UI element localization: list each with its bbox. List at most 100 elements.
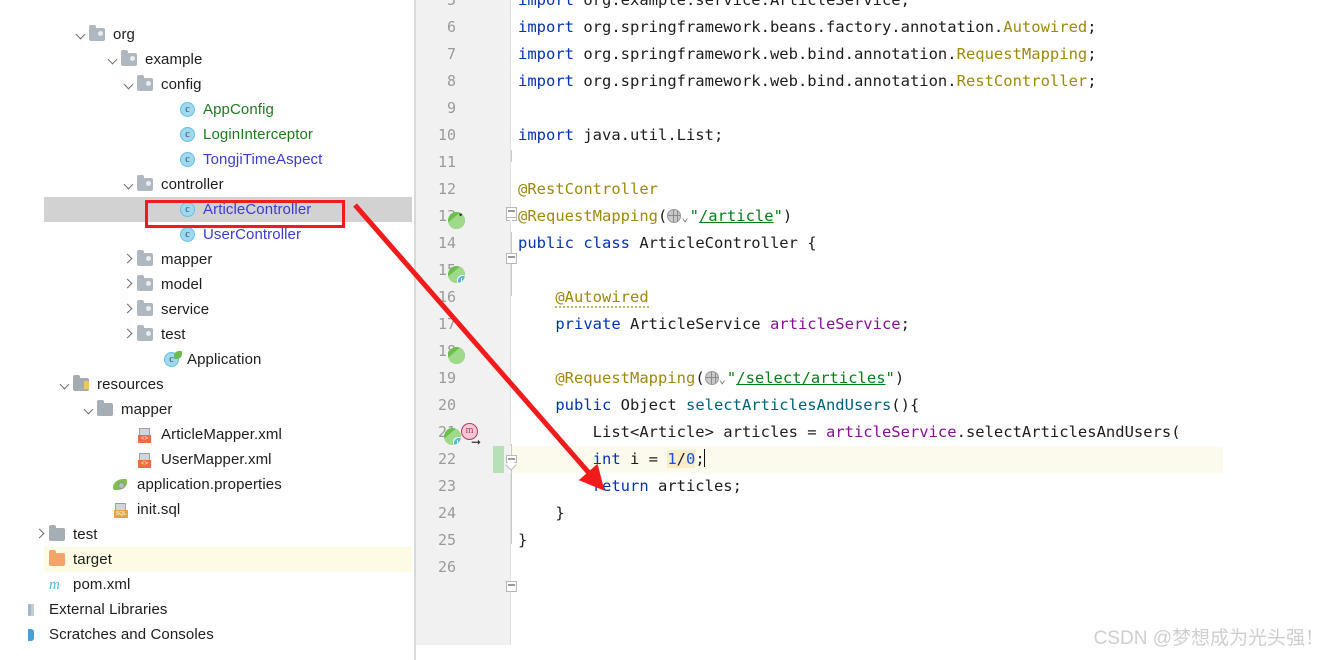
chevron-right-icon[interactable] [122, 297, 136, 322]
code-token: return [592, 477, 658, 495]
code-text: import java.util.List; [518, 122, 723, 149]
tree-item-articlecontroller[interactable]: ArticleController [0, 197, 414, 222]
code-token: " [689, 207, 699, 225]
code-line[interactable]: 19 @RequestMapping(⌄"/select/articles") [416, 365, 1338, 392]
tree-item-usercontroller[interactable]: UserController [0, 222, 414, 247]
fold-marker-line10[interactable] [506, 207, 517, 220]
spring-bean-checked-icon[interactable]: ✓ [448, 212, 465, 229]
icon-shape [73, 374, 89, 391]
code-line[interactable]: 23 return articles; [416, 473, 1338, 500]
folder-plain-icon [48, 524, 68, 544]
code-token: RestController [956, 72, 1088, 90]
code-editor[interactable]: 5 import org.example.service.ArticleServi… [416, 0, 1338, 660]
row-content: model [0, 272, 414, 297]
tree-item-example[interactable]: example [0, 47, 414, 72]
chevron-right-icon[interactable] [122, 247, 136, 272]
code-line[interactable]: 8 import org.springframework.web.bind.ann… [416, 68, 1338, 95]
code-line[interactable]: 26 [416, 554, 1338, 581]
code-line[interactable]: 11 [416, 149, 1338, 176]
chevron-down-icon[interactable] [58, 372, 72, 397]
code-line[interactable]: 9 [416, 95, 1338, 122]
chevron-down-icon[interactable] [122, 72, 136, 97]
spring-bean-autowired-icon[interactable]: ➞ [448, 347, 465, 364]
chevron-right-icon[interactable] [122, 322, 136, 347]
tree-item-scratches-and-consoles[interactable]: Scratches and Consoles [0, 622, 414, 647]
tree-item-mapper[interactable]: mapper [0, 397, 414, 422]
chevron-down-icon[interactable] [74, 22, 88, 47]
code-token: import [518, 72, 584, 90]
tree-item-articlemapper-xml[interactable]: ArticleMapper.xml [0, 422, 414, 447]
code-line[interactable]: 7 import org.springframework.web.bind.ann… [416, 41, 1338, 68]
tree-item-tongjitimeaspect[interactable]: TongjiTimeAspect [0, 147, 414, 172]
tree-item-resources[interactable]: resources [0, 372, 414, 397]
tree-item-pom-xml[interactable]: pom.xml [0, 572, 414, 597]
tree-item-org[interactable]: org [0, 22, 414, 47]
code-line[interactable]: 6 import org.springframework.beans.factor… [416, 14, 1338, 41]
tree-item-service[interactable]: service [0, 297, 414, 322]
code-line[interactable]: 17 private ArticleService articleService… [416, 311, 1338, 338]
code-token: ) [782, 207, 793, 225]
fold-marker-line13[interactable] [506, 253, 517, 266]
tree-item-target[interactable]: target [0, 547, 414, 572]
code-token: articleService [769, 315, 901, 333]
chevron-down-icon[interactable] [82, 397, 96, 422]
tree-item-application[interactable]: Application [0, 347, 414, 372]
chevron-right-icon[interactable] [122, 272, 136, 297]
tree-item-init-sql[interactable]: init.sql [0, 497, 414, 522]
spring-request-mapping-icon[interactable]: ➞ m [444, 423, 481, 448]
chevron-down-icon[interactable]: ⌄ [719, 366, 726, 393]
tree-item-application-properties[interactable]: application.properties [0, 472, 414, 497]
tree-item-controller[interactable]: controller [0, 172, 414, 197]
tree-item-model[interactable]: model [0, 272, 414, 297]
tree-item-external-libraries[interactable]: External Libraries [0, 597, 414, 622]
row-content: controller [0, 172, 414, 197]
code-line[interactable]: 15 [416, 257, 1338, 284]
code-line[interactable]: 18 [416, 338, 1338, 365]
code-line[interactable]: 5 import org.example.service.ArticleServi… [416, 0, 1338, 14]
code-line[interactable]: 12 @RestController [416, 176, 1338, 203]
tree-item-logininterceptor[interactable]: LoginInterceptor [0, 122, 414, 147]
tree-item-appconfig[interactable]: AppConfig [0, 97, 414, 122]
row-content: Application [0, 347, 414, 372]
row-content: ArticleMapper.xml [0, 422, 414, 447]
code-line[interactable]: 22 int i = 1/0; [416, 446, 1338, 473]
code-line[interactable]: 13 @RequestMapping(⌄"/article") [416, 203, 1338, 230]
fold-marker-line24[interactable] [506, 581, 517, 594]
change-marker[interactable] [493, 446, 504, 473]
web-globe-icon[interactable] [667, 209, 682, 223]
tree-item-config[interactable]: config [0, 72, 414, 97]
code-line[interactable]: 24 } [416, 500, 1338, 527]
chevron-right-icon[interactable] [34, 522, 48, 547]
code-line[interactable]: 21 List<Article> articles = articleServi… [416, 419, 1338, 446]
tree-item-usermapper-xml[interactable]: UserMapper.xml [0, 447, 414, 472]
code-line[interactable]: 14 public class ArticleController { [416, 230, 1338, 257]
icon-shape [137, 324, 153, 341]
spring-bean-class-icon[interactable] [448, 266, 465, 283]
java-class-icon [178, 101, 198, 119]
chevron-down-icon[interactable] [122, 172, 136, 197]
icon-shape [113, 478, 130, 492]
tree-item-test[interactable]: test [0, 322, 414, 347]
chevron-down-icon[interactable] [106, 47, 120, 72]
chevron-down-icon[interactable]: ⌄ [681, 204, 688, 231]
code-token: Object [620, 396, 686, 414]
web-globe-icon[interactable] [704, 371, 719, 385]
code-line[interactable]: 20 public Object selectArticlesAndUsers(… [416, 392, 1338, 419]
code-line[interactable]: 10 import java.util.List; [416, 122, 1338, 149]
code-token: org.springframework.web.bind.annotation. [583, 72, 957, 90]
code-line[interactable]: 16 @Autowired [416, 284, 1338, 311]
tree-item-label: TongjiTimeAspect [203, 151, 323, 168]
fold-marker-line20[interactable] [506, 455, 517, 468]
spring-boot-class-icon [162, 350, 182, 369]
code-text: } [518, 527, 527, 554]
code-line[interactable]: 25} [416, 527, 1338, 554]
code-text: public Object selectArticlesAndUsers(){ [518, 392, 919, 419]
tree-item-mapper[interactable]: mapper [0, 247, 414, 272]
tree-item-test[interactable]: test [0, 522, 414, 547]
tree-item-label: target [73, 551, 112, 568]
tree-item-label: application.properties [137, 476, 282, 493]
